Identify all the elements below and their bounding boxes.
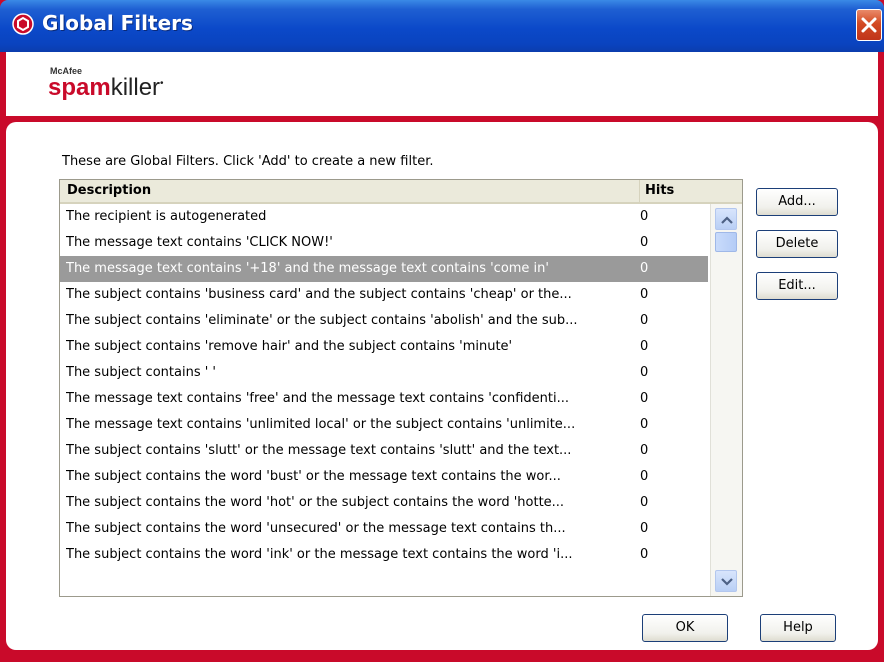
list-item[interactable]: The subject contains the word 'unsecured… (60, 516, 708, 542)
filters-list[interactable]: Description Hits The recipient is autoge… (59, 179, 743, 597)
filter-hits: 0 (640, 547, 649, 562)
list-item[interactable]: The message text contains 'unlimited loc… (60, 412, 708, 438)
chevron-up-icon (721, 216, 733, 224)
filter-description: The subject contains ' ' (66, 365, 217, 380)
filter-hits: 0 (640, 521, 649, 536)
close-icon (861, 17, 877, 33)
filter-description: The message text contains '+18' and the … (66, 261, 549, 276)
filter-hits: 0 (640, 495, 649, 510)
instructions-text: These are Global Filters. Click 'Add' to… (62, 154, 434, 169)
global-filters-window: Global Filters McAfee spamkiller• These … (0, 0, 884, 662)
title-bar[interactable]: Global Filters (0, 0, 884, 52)
list-item[interactable]: The recipient is autogenerated 0 (60, 204, 708, 230)
ok-button[interactable]: OK (642, 614, 728, 642)
list-item[interactable]: The message text contains '+18' and the … (60, 256, 708, 282)
filter-description: The subject contains 'eliminate' or the … (66, 313, 578, 328)
filter-description: The subject contains the word 'bust' or … (66, 469, 561, 484)
list-item[interactable]: The subject contains 'eliminate' or the … (60, 308, 708, 334)
filter-hits: 0 (640, 261, 649, 276)
list-item[interactable]: The subject contains 'remove hair' and t… (60, 334, 708, 360)
mcafee-shield-icon[interactable] (12, 13, 34, 35)
filter-hits: 0 (640, 469, 649, 484)
filter-hits: 0 (640, 417, 649, 432)
filter-description: The subject contains the word 'hot' or t… (66, 495, 565, 510)
filter-hits: 0 (640, 339, 649, 354)
column-header-description[interactable]: Description (60, 180, 640, 202)
list-item[interactable]: The subject contains the word 'ink' or t… (60, 542, 708, 568)
filter-hits: 0 (640, 365, 649, 380)
list-header: Description Hits (60, 180, 742, 204)
filter-hits: 0 (640, 313, 649, 328)
filter-description: The message text contains 'CLICK NOW!' (66, 235, 333, 250)
filter-description: The recipient is autogenerated (66, 209, 267, 224)
brand-banner: McAfee spamkiller• (6, 52, 878, 116)
filter-hits: 0 (640, 391, 649, 406)
scroll-up-button[interactable] (715, 208, 737, 230)
list-item[interactable]: The subject contains 'business card' and… (60, 282, 708, 308)
edit-button[interactable]: Edit... (756, 272, 838, 300)
column-header-hits[interactable]: Hits (640, 180, 742, 202)
filter-description: The subject contains 'business card' and… (66, 287, 572, 302)
filter-description: The subject contains 'remove hair' and t… (66, 339, 513, 354)
scroll-thumb[interactable] (715, 232, 737, 252)
spamkiller-logo: spamkiller• (48, 74, 164, 101)
filter-hits: 0 (640, 235, 649, 250)
filter-description: The subject contains the word 'unsecured… (66, 521, 566, 536)
list-rows: The recipient is autogenerated 0 The messa… (60, 204, 708, 568)
vertical-scrollbar[interactable] (710, 204, 742, 596)
close-button[interactable] (856, 9, 882, 41)
chevron-down-icon (721, 578, 733, 586)
filter-description: The message text contains 'unlimited loc… (66, 417, 576, 432)
help-button[interactable]: Help (760, 614, 836, 642)
filter-description: The subject contains 'slutt' or the mess… (66, 443, 572, 458)
filter-description: The subject contains the word 'ink' or t… (66, 547, 573, 562)
window-title: Global Filters (42, 11, 193, 35)
delete-button[interactable]: Delete (756, 230, 838, 258)
filter-hits: 0 (640, 209, 649, 224)
scroll-down-button[interactable] (715, 570, 737, 592)
filter-description: The message text contains 'free' and the… (66, 391, 569, 406)
list-item[interactable]: The subject contains the word 'hot' or t… (60, 490, 708, 516)
list-item[interactable]: The message text contains 'free' and the… (60, 386, 708, 412)
list-item[interactable]: The subject contains 'slutt' or the mess… (60, 438, 708, 464)
list-item[interactable]: The subject contains ' ' 0 (60, 360, 708, 386)
filter-hits: 0 (640, 287, 649, 302)
add-button[interactable]: Add... (756, 188, 838, 216)
list-item[interactable]: The subject contains the word 'bust' or … (60, 464, 708, 490)
list-item[interactable]: The message text contains 'CLICK NOW!' 0 (60, 230, 708, 256)
filter-hits: 0 (640, 443, 649, 458)
